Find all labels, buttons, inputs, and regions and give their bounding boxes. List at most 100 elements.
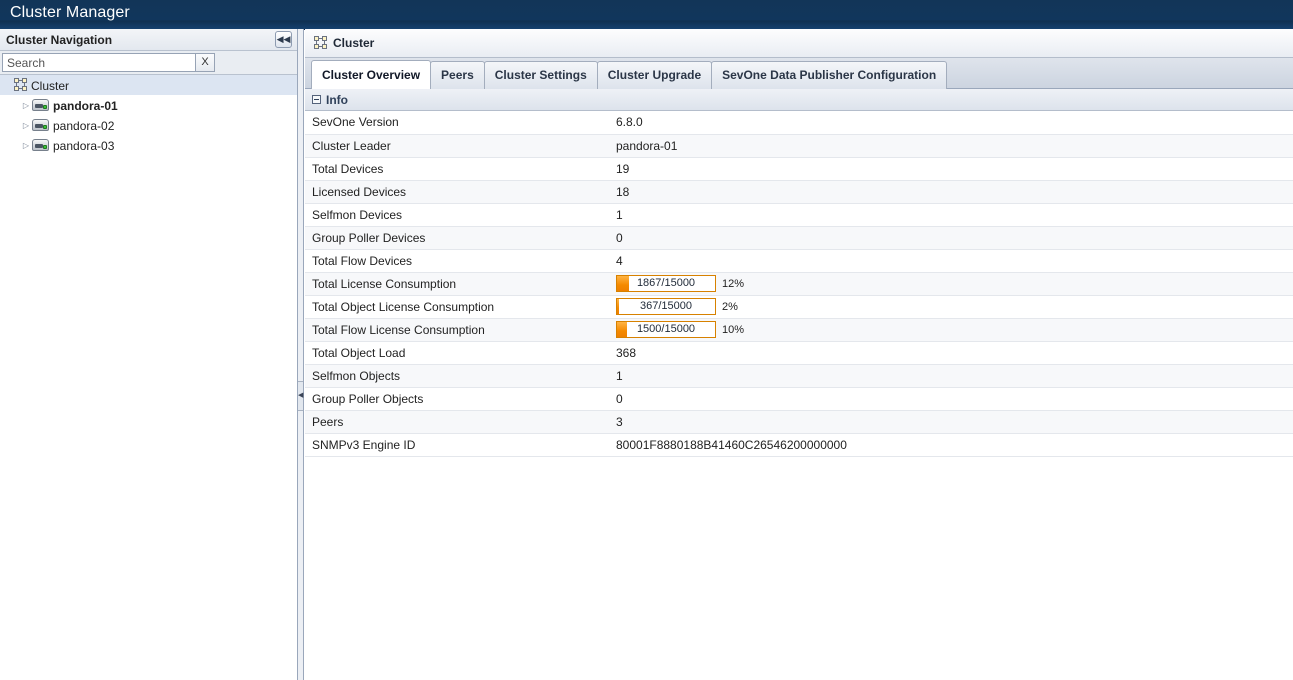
info-row-value: 0	[612, 387, 1293, 411]
info-row-value: 368	[612, 341, 1293, 365]
table-row: Group Poller Devices 0	[305, 226, 1293, 250]
collapse-left-icon[interactable]: ◀◀	[275, 31, 292, 48]
tab-cluster-upgrade[interactable]: Cluster Upgrade	[596, 61, 713, 89]
table-row: SNMPv3 Engine ID 80001F8880188B41460C2654…	[305, 433, 1293, 457]
tab-sevone-data-publisher-configuration[interactable]: SevOne Data Publisher Configuration	[711, 61, 948, 89]
tab-bar: Cluster Overview Peers Cluster Settings Clu…	[305, 58, 1293, 89]
license-meter: 367/15000 2%	[616, 298, 1293, 315]
table-row: Total Object Load 368	[305, 341, 1293, 365]
server-icon	[32, 139, 49, 151]
server-icon	[32, 119, 49, 131]
progress-bar-value: 367/15000	[640, 300, 692, 312]
tree-item-pandora-02[interactable]: ▷ pandora-02	[0, 115, 297, 135]
tab-cluster-overview[interactable]: Cluster Overview	[311, 60, 432, 89]
info-row-label: Licensed Devices	[305, 180, 612, 204]
info-row-label: Total Flow Devices	[305, 249, 612, 273]
tree-item-label: pandora-03	[53, 138, 115, 153]
table-row: Selfmon Devices 1	[305, 203, 1293, 227]
info-section-title: Info	[326, 93, 348, 107]
progress-bar: 1867/15000	[616, 275, 716, 292]
license-meter: 1867/15000 12%	[616, 275, 1293, 292]
tab-cluster-settings[interactable]: Cluster Settings	[483, 61, 598, 89]
cluster-icon	[14, 78, 28, 91]
splitter-collapse-handle[interactable]: ◀	[298, 381, 303, 411]
table-row: SevOne Version 6.8.0	[305, 111, 1293, 135]
tab-label: Peers	[441, 68, 474, 82]
info-row-label: Selfmon Objects	[305, 364, 612, 388]
info-row-label: Total Object Load	[305, 341, 612, 365]
table-row: Total License Consumption 1867/15000 12%	[305, 272, 1293, 296]
table-row: Group Poller Objects 0	[305, 387, 1293, 411]
info-row-value: 1867/15000 12%	[612, 272, 1293, 296]
title-bar: Cluster Manager	[0, 0, 1293, 30]
info-row-label: Total Object License Consumption	[305, 295, 612, 319]
progress-bar-value: 1867/15000	[636, 277, 696, 289]
table-row: Total Devices 19	[305, 157, 1293, 181]
info-row-label: Cluster Leader	[305, 134, 612, 158]
table-row: Total Flow Devices 4	[305, 249, 1293, 273]
info-row-label: Group Poller Objects	[305, 387, 612, 411]
progress-bar: 1500/15000	[616, 321, 716, 338]
tab-label: SevOne Data Publisher Configuration	[722, 68, 937, 82]
search-clear-button[interactable]: X	[196, 53, 215, 72]
info-row-value: 19	[612, 157, 1293, 181]
info-row-value: 1500/15000 10%	[612, 318, 1293, 342]
info-row-value: 1	[612, 364, 1293, 388]
tree-item-cluster[interactable]: Cluster	[0, 75, 297, 95]
progress-percent-label: 10%	[722, 323, 745, 336]
tree-item-label: pandora-01	[53, 98, 118, 113]
content-area: Cluster Cluster Overview Peers Cluster Set…	[305, 29, 1293, 680]
info-row-value: 367/15000 2%	[612, 295, 1293, 319]
sidebar-search-row: X	[0, 51, 297, 75]
info-row-label: Total Flow License Consumption	[305, 318, 612, 342]
tree-item-label: pandora-02	[53, 118, 115, 133]
tree-item-label: Cluster	[31, 78, 70, 93]
cluster-tree: Cluster ▷ pandora-01 ▷ pandora-02 ▷ pandora-03	[0, 75, 297, 155]
app-title: Cluster Manager	[10, 4, 130, 21]
info-row-label: Selfmon Devices	[305, 203, 612, 227]
info-row-value: 3	[612, 410, 1293, 434]
breadcrumb: Cluster	[305, 29, 1293, 58]
tree-item-pandora-01[interactable]: ▷ pandora-01	[0, 95, 297, 115]
info-section-header[interactable]: Info	[305, 89, 1293, 111]
info-row-value: pandora-01	[612, 134, 1293, 158]
sidebar-header: Cluster Navigation ◀◀	[0, 29, 297, 51]
expand-arrow-icon[interactable]: ▷	[20, 96, 32, 116]
info-table: SevOne Version 6.8.0 Cluster Leader pandora…	[305, 111, 1293, 457]
table-row: Selfmon Objects 1	[305, 364, 1293, 388]
info-row-value: 0	[612, 226, 1293, 250]
search-input[interactable]	[2, 53, 196, 72]
info-row-label: SevOne Version	[305, 111, 612, 135]
cluster-navigation-panel: Cluster Navigation ◀◀ X Cluster ▷ pandora-…	[0, 29, 298, 680]
info-row-value: 4	[612, 249, 1293, 273]
info-row-value: 6.8.0	[612, 111, 1293, 135]
tree-item-pandora-03[interactable]: ▷ pandora-03	[0, 135, 297, 155]
table-row: Total Flow License Consumption 1500/15000…	[305, 318, 1293, 342]
tab-peers[interactable]: Peers	[430, 61, 485, 89]
info-row-label: Group Poller Devices	[305, 226, 612, 250]
panel-splitter[interactable]: ◀	[298, 29, 304, 680]
table-row: Total Object License Consumption 367/1500…	[305, 295, 1293, 319]
info-row-label: SNMPv3 Engine ID	[305, 433, 612, 457]
progress-percent-label: 12%	[722, 277, 745, 290]
table-row: Licensed Devices 18	[305, 180, 1293, 204]
info-row-label: Peers	[305, 410, 612, 434]
minus-box-icon[interactable]	[312, 95, 321, 104]
info-row-value: 18	[612, 180, 1293, 204]
cluster-manager-app: Cluster Manager Cluster Navigation ◀◀ X …	[0, 0, 1293, 680]
expand-arrow-icon[interactable]: ▷	[20, 136, 32, 156]
progress-bar: 367/15000	[616, 298, 716, 315]
tab-label: Cluster Upgrade	[607, 68, 702, 82]
tab-label: Cluster Settings	[494, 68, 587, 82]
progress-bar-value: 1500/15000	[636, 323, 696, 335]
license-meter: 1500/15000 10%	[616, 321, 1293, 338]
server-icon	[32, 99, 49, 111]
info-row-label: Total Devices	[305, 157, 612, 181]
table-row: Cluster Leader pandora-01	[305, 134, 1293, 158]
tab-label: Cluster Overview	[322, 68, 421, 82]
expand-arrow-icon[interactable]: ▷	[20, 116, 32, 136]
breadcrumb-label: Cluster	[333, 36, 375, 50]
sidebar-title: Cluster Navigation	[6, 33, 113, 47]
info-row-value: 1	[612, 203, 1293, 227]
info-row-label: Total License Consumption	[305, 272, 612, 296]
